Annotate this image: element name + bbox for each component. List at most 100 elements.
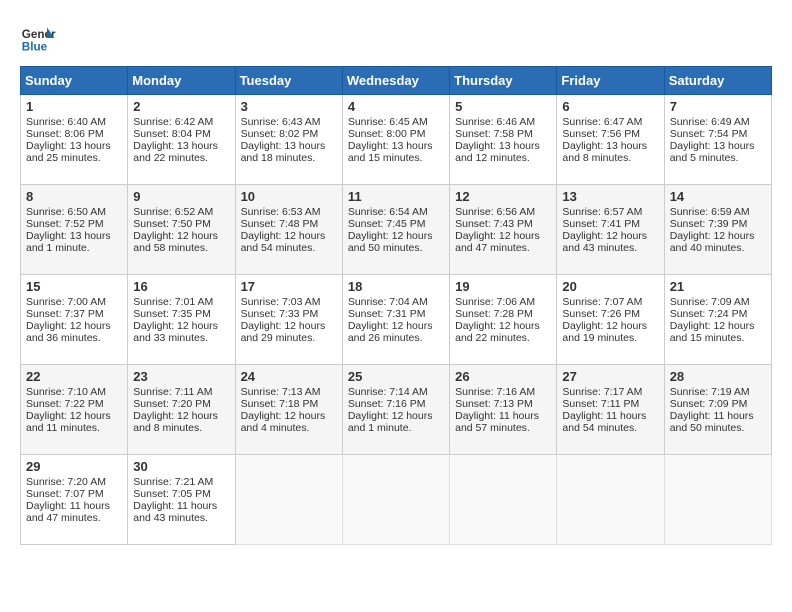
day-number: 5 bbox=[455, 99, 551, 114]
sunrise: Sunrise: 7:09 AM bbox=[670, 296, 750, 308]
day-number: 16 bbox=[133, 279, 229, 294]
calendar-cell: 5 Sunrise: 6:46 AM Sunset: 7:58 PM Dayli… bbox=[450, 95, 557, 185]
sunset: Sunset: 7:22 PM bbox=[26, 398, 104, 410]
day-number: 25 bbox=[348, 369, 444, 384]
week-row-2: 8 Sunrise: 6:50 AM Sunset: 7:52 PM Dayli… bbox=[21, 185, 772, 275]
day-number: 30 bbox=[133, 459, 229, 474]
calendar-cell: 22 Sunrise: 7:10 AM Sunset: 7:22 PM Dayl… bbox=[21, 365, 128, 455]
day-number: 9 bbox=[133, 189, 229, 204]
sunrise: Sunrise: 7:06 AM bbox=[455, 296, 535, 308]
daylight: Daylight: 13 hours and 15 minutes. bbox=[348, 140, 433, 164]
sunset: Sunset: 7:52 PM bbox=[26, 218, 104, 230]
calendar-cell bbox=[450, 455, 557, 545]
logo: General Blue bbox=[20, 20, 56, 56]
daylight: Daylight: 13 hours and 22 minutes. bbox=[133, 140, 218, 164]
sunset: Sunset: 7:41 PM bbox=[562, 218, 640, 230]
daylight: Daylight: 12 hours and 54 minutes. bbox=[241, 230, 326, 254]
day-number: 3 bbox=[241, 99, 337, 114]
calendar-cell: 2 Sunrise: 6:42 AM Sunset: 8:04 PM Dayli… bbox=[128, 95, 235, 185]
sunrise: Sunrise: 6:47 AM bbox=[562, 116, 642, 128]
col-header-wednesday: Wednesday bbox=[342, 67, 449, 95]
sunrise: Sunrise: 7:20 AM bbox=[26, 476, 106, 488]
day-number: 7 bbox=[670, 99, 766, 114]
daylight: Daylight: 13 hours and 25 minutes. bbox=[26, 140, 111, 164]
calendar-cell: 4 Sunrise: 6:45 AM Sunset: 8:00 PM Dayli… bbox=[342, 95, 449, 185]
calendar-table: SundayMondayTuesdayWednesdayThursdayFrid… bbox=[20, 66, 772, 545]
daylight: Daylight: 12 hours and 43 minutes. bbox=[562, 230, 647, 254]
sunrise: Sunrise: 6:45 AM bbox=[348, 116, 428, 128]
daylight: Daylight: 11 hours and 57 minutes. bbox=[455, 410, 539, 434]
day-number: 23 bbox=[133, 369, 229, 384]
sunrise: Sunrise: 7:10 AM bbox=[26, 386, 106, 398]
sunset: Sunset: 7:39 PM bbox=[670, 218, 748, 230]
calendar-cell: 12 Sunrise: 6:56 AM Sunset: 7:43 PM Dayl… bbox=[450, 185, 557, 275]
daylight: Daylight: 11 hours and 50 minutes. bbox=[670, 410, 754, 434]
sunset: Sunset: 7:45 PM bbox=[348, 218, 426, 230]
day-number: 2 bbox=[133, 99, 229, 114]
sunrise: Sunrise: 7:13 AM bbox=[241, 386, 321, 398]
sunset: Sunset: 7:48 PM bbox=[241, 218, 319, 230]
sunrise: Sunrise: 7:07 AM bbox=[562, 296, 642, 308]
daylight: Daylight: 12 hours and 36 minutes. bbox=[26, 320, 111, 344]
sunset: Sunset: 7:50 PM bbox=[133, 218, 211, 230]
calendar-cell: 25 Sunrise: 7:14 AM Sunset: 7:16 PM Dayl… bbox=[342, 365, 449, 455]
daylight: Daylight: 12 hours and 29 minutes. bbox=[241, 320, 326, 344]
sunset: Sunset: 7:18 PM bbox=[241, 398, 319, 410]
sunset: Sunset: 7:26 PM bbox=[562, 308, 640, 320]
day-number: 17 bbox=[241, 279, 337, 294]
sunset: Sunset: 7:24 PM bbox=[670, 308, 748, 320]
daylight: Daylight: 13 hours and 1 minute. bbox=[26, 230, 111, 254]
sunset: Sunset: 8:00 PM bbox=[348, 128, 426, 140]
calendar-cell bbox=[557, 455, 664, 545]
daylight: Daylight: 12 hours and 11 minutes. bbox=[26, 410, 111, 434]
daylight: Daylight: 11 hours and 47 minutes. bbox=[26, 500, 110, 524]
day-number: 24 bbox=[241, 369, 337, 384]
daylight: Daylight: 12 hours and 58 minutes. bbox=[133, 230, 218, 254]
sunset: Sunset: 7:07 PM bbox=[26, 488, 104, 500]
sunrise: Sunrise: 7:03 AM bbox=[241, 296, 321, 308]
day-number: 11 bbox=[348, 189, 444, 204]
calendar-cell: 9 Sunrise: 6:52 AM Sunset: 7:50 PM Dayli… bbox=[128, 185, 235, 275]
calendar-cell: 27 Sunrise: 7:17 AM Sunset: 7:11 PM Dayl… bbox=[557, 365, 664, 455]
sunset: Sunset: 7:20 PM bbox=[133, 398, 211, 410]
day-number: 12 bbox=[455, 189, 551, 204]
sunrise: Sunrise: 7:14 AM bbox=[348, 386, 428, 398]
calendar-cell: 8 Sunrise: 6:50 AM Sunset: 7:52 PM Dayli… bbox=[21, 185, 128, 275]
daylight: Daylight: 12 hours and 4 minutes. bbox=[241, 410, 326, 434]
calendar-cell: 3 Sunrise: 6:43 AM Sunset: 8:02 PM Dayli… bbox=[235, 95, 342, 185]
sunset: Sunset: 7:31 PM bbox=[348, 308, 426, 320]
calendar-cell: 1 Sunrise: 6:40 AM Sunset: 8:06 PM Dayli… bbox=[21, 95, 128, 185]
sunrise: Sunrise: 6:52 AM bbox=[133, 206, 213, 218]
day-number: 4 bbox=[348, 99, 444, 114]
daylight: Daylight: 11 hours and 43 minutes. bbox=[133, 500, 217, 524]
calendar-cell: 11 Sunrise: 6:54 AM Sunset: 7:45 PM Dayl… bbox=[342, 185, 449, 275]
sunset: Sunset: 8:06 PM bbox=[26, 128, 104, 140]
day-number: 8 bbox=[26, 189, 122, 204]
calendar-cell: 28 Sunrise: 7:19 AM Sunset: 7:09 PM Dayl… bbox=[664, 365, 771, 455]
daylight: Daylight: 12 hours and 15 minutes. bbox=[670, 320, 755, 344]
sunrise: Sunrise: 6:42 AM bbox=[133, 116, 213, 128]
col-header-friday: Friday bbox=[557, 67, 664, 95]
calendar-cell: 10 Sunrise: 6:53 AM Sunset: 7:48 PM Dayl… bbox=[235, 185, 342, 275]
header-row: SundayMondayTuesdayWednesdayThursdayFrid… bbox=[21, 67, 772, 95]
daylight: Daylight: 12 hours and 26 minutes. bbox=[348, 320, 433, 344]
day-number: 20 bbox=[562, 279, 658, 294]
sunrise: Sunrise: 6:46 AM bbox=[455, 116, 535, 128]
sunrise: Sunrise: 6:59 AM bbox=[670, 206, 750, 218]
sunrise: Sunrise: 6:53 AM bbox=[241, 206, 321, 218]
calendar-cell: 16 Sunrise: 7:01 AM Sunset: 7:35 PM Dayl… bbox=[128, 275, 235, 365]
sunset: Sunset: 7:28 PM bbox=[455, 308, 533, 320]
sunset: Sunset: 7:13 PM bbox=[455, 398, 533, 410]
sunrise: Sunrise: 7:16 AM bbox=[455, 386, 535, 398]
sunset: Sunset: 8:04 PM bbox=[133, 128, 211, 140]
col-header-thursday: Thursday bbox=[450, 67, 557, 95]
calendar-cell: 6 Sunrise: 6:47 AM Sunset: 7:56 PM Dayli… bbox=[557, 95, 664, 185]
daylight: Daylight: 12 hours and 33 minutes. bbox=[133, 320, 218, 344]
daylight: Daylight: 13 hours and 12 minutes. bbox=[455, 140, 540, 164]
day-number: 1 bbox=[26, 99, 122, 114]
daylight: Daylight: 13 hours and 5 minutes. bbox=[670, 140, 755, 164]
calendar-cell bbox=[235, 455, 342, 545]
sunset: Sunset: 7:05 PM bbox=[133, 488, 211, 500]
col-header-saturday: Saturday bbox=[664, 67, 771, 95]
sunrise: Sunrise: 7:11 AM bbox=[133, 386, 212, 398]
